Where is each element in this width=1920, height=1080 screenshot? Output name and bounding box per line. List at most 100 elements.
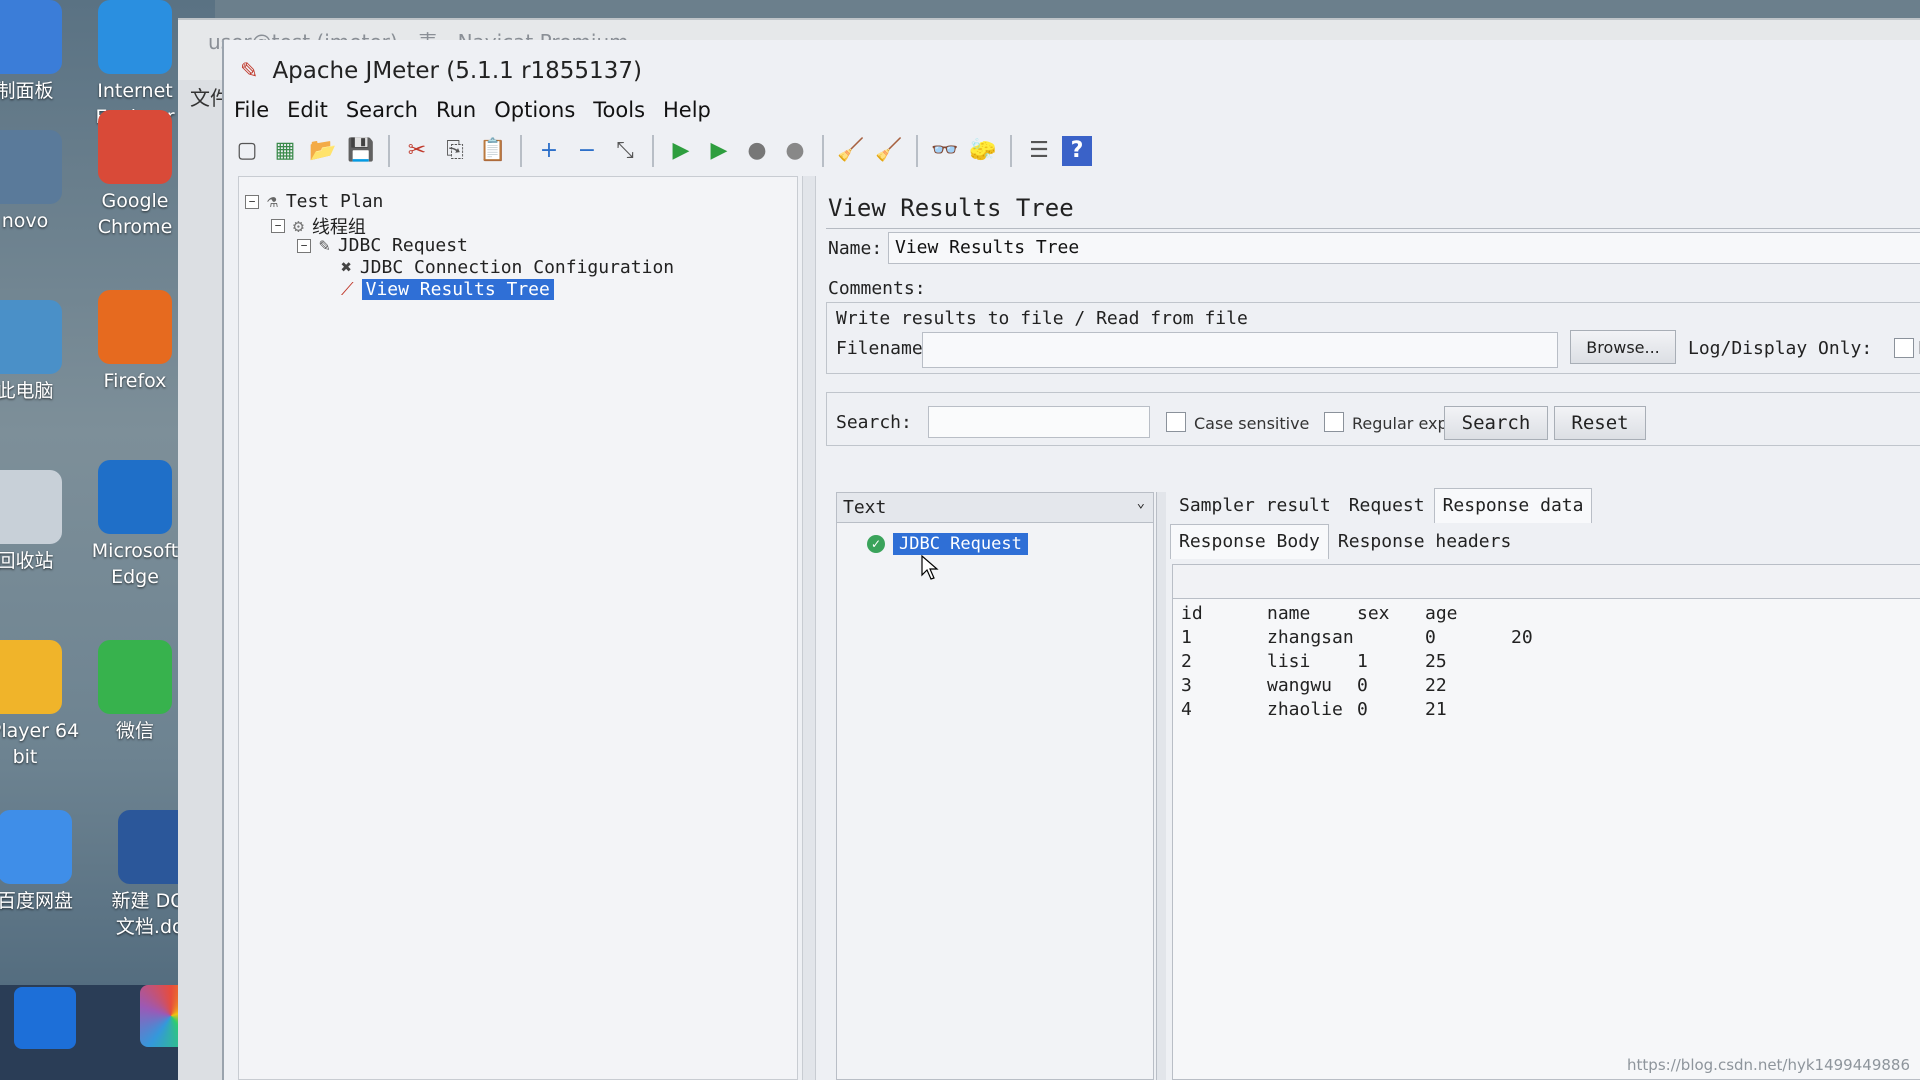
reset-search-icon[interactable]: 🧽 [968, 136, 998, 166]
errors-checkbox[interactable] [1894, 338, 1914, 358]
desktop-shortcut[interactable]: novo [0, 130, 80, 234]
renderer-select[interactable]: Text ⌄ [837, 493, 1153, 523]
response-cell [1511, 699, 1551, 723]
chrome-icon [98, 110, 172, 184]
toolbar-separator [822, 135, 824, 167]
response-tabs: Response Body Response headers [1170, 524, 1520, 559]
test-plan-tree: − ⚗ Test Plan − ⚙ 线程组 − ✎ JDBC Request ✖… [238, 176, 798, 1080]
tree-node-view-results-tree[interactable]: ⟋ View Results Tree [341, 279, 554, 300]
desktop-shortcut[interactable]: 此电脑 [0, 300, 80, 404]
desktop-shortcut[interactable]: 微信 [80, 640, 190, 744]
main-splitter[interactable] [802, 176, 816, 1080]
response-cell: 1 [1181, 627, 1192, 648]
test-plan-icon: ⚗ [267, 191, 278, 212]
paste-icon[interactable]: 📋 [478, 136, 508, 166]
success-check-icon: ✓ [867, 535, 885, 553]
expand-icon[interactable]: + [534, 136, 564, 166]
tab-request[interactable]: Request [1340, 488, 1434, 523]
response-cell: 20 [1511, 627, 1533, 648]
desktop-shortcut[interactable]: Microsoft Edge [80, 460, 190, 590]
copy-icon[interactable]: ⎘ [440, 136, 470, 166]
result-item-label: JDBC Request [893, 533, 1028, 555]
reset-button[interactable]: Reset [1554, 406, 1646, 440]
desktop-shortcut-label: Microsoft Edge [91, 540, 179, 588]
firefox-icon [98, 290, 172, 364]
search-input[interactable] [928, 406, 1150, 438]
desktop-shortcut[interactable]: 百度网盘 [0, 810, 90, 914]
save-icon[interactable]: 💾 [346, 136, 376, 166]
search-button[interactable]: Search [1444, 406, 1548, 440]
panel-title: View Results Tree [828, 194, 1074, 222]
tree-node-jdbc-config[interactable]: ✖ JDBC Connection Configuration [341, 257, 674, 278]
tab-response-data[interactable]: Response data [1433, 488, 1593, 523]
filename-label: Filename [836, 338, 923, 359]
result-item[interactable]: ✓ JDBC Request [867, 533, 1028, 555]
menu-options[interactable]: Options [492, 96, 577, 124]
search-binoculars-icon[interactable]: 👓 [930, 136, 960, 166]
results-list: Text ⌄ ✓ JDBC Request [836, 492, 1154, 1080]
regular-exp-checkbox[interactable] [1324, 412, 1344, 432]
start-no-pause-icon[interactable]: ▶ [704, 136, 734, 166]
collapse-toggle-icon[interactable]: − [297, 238, 311, 253]
tab-response-body[interactable]: Response Body [1170, 524, 1329, 559]
tab-response-headers[interactable]: Response headers [1329, 524, 1520, 559]
filename-field[interactable] [922, 332, 1558, 368]
user-icon [0, 130, 62, 204]
menu-search[interactable]: Search [344, 96, 420, 124]
help-icon[interactable]: ? [1062, 136, 1092, 166]
menu-edit[interactable]: Edit [285, 96, 330, 124]
watermark: https://blog.csdn.net/hyk1499449886 [1627, 1056, 1910, 1074]
tree-node-label: View Results Tree [361, 279, 554, 300]
menu-run[interactable]: Run [434, 96, 478, 124]
collapse-toggle-icon[interactable]: − [245, 194, 259, 209]
toolbar: ▢ ▦ 📂 💾 ✂ ⎘ 📋 + − ⤡ ▶ ▶ ● ● 🧹 🧹 👓 🧽 ☰? [232, 128, 1092, 174]
start-icon[interactable]: ▶ [666, 136, 696, 166]
desktop-shortcut[interactable]: Firefox [80, 290, 190, 394]
response-body-area[interactable]: id name sex age 1 zhangsan 0 20 2 lisi 1 25 3 wangwu 0… [1172, 564, 1920, 1080]
case-sensitive-checkbox[interactable] [1166, 412, 1186, 432]
desktop-shortcut[interactable]: otPlayer 64 bit [0, 640, 80, 770]
desktop-shortcut-label: 此电脑 [0, 380, 54, 402]
results-splitter[interactable] [1156, 492, 1166, 1080]
tab-sampler-result[interactable]: Sampler result [1170, 488, 1340, 523]
result-tabs: Sampler result Request Response data [1170, 488, 1593, 523]
potplayer-icon [0, 640, 62, 714]
edge-icon [98, 460, 172, 534]
tree-node-test-plan[interactable]: − ⚗ Test Plan [245, 191, 383, 212]
wechat-icon [98, 640, 172, 714]
menu-tools[interactable]: Tools [591, 96, 647, 124]
new-icon[interactable]: ▢ [232, 136, 262, 166]
tree-node-jdbc-request[interactable]: − ✎ JDBC Request [297, 235, 468, 256]
response-cell: id [1181, 603, 1203, 624]
response-cell: lisi [1267, 651, 1311, 672]
pipette-icon: ✎ [319, 235, 330, 256]
toggle-icon[interactable]: ⤡ [610, 136, 640, 166]
menu-help[interactable]: Help [661, 96, 713, 124]
desktop-shortcut[interactable]: Google Chrome [80, 110, 190, 240]
collapse-toggle-icon[interactable]: − [271, 219, 285, 233]
collapse-icon[interactable]: − [572, 136, 602, 166]
mouse-cursor-icon [921, 555, 939, 580]
desktop-shortcut[interactable]: 制面板 [0, 0, 80, 104]
browse-button[interactable]: Browse... [1570, 330, 1676, 364]
response-cell: 21 [1425, 699, 1447, 720]
app-shortcut-icon[interactable] [14, 987, 76, 1049]
templates-icon[interactable]: ▦ [270, 136, 300, 166]
response-cell: 4 [1181, 699, 1192, 720]
clear-all-icon[interactable]: 🧹 [874, 136, 904, 166]
response-cell: 3 [1181, 675, 1192, 696]
toolbar-separator [652, 135, 654, 167]
stop-icon[interactable]: ● [742, 136, 772, 166]
name-field[interactable]: View Results Tree [888, 232, 1920, 264]
name-label: Name: [828, 238, 883, 259]
chevron-down-icon: ⌄ [1136, 495, 1145, 511]
desktop-shortcut-label: 制面板 [0, 80, 54, 102]
open-icon[interactable]: 📂 [308, 136, 338, 166]
menu-file[interactable]: File [232, 96, 271, 124]
clear-icon[interactable]: 🧹 [836, 136, 866, 166]
function-helper-icon[interactable]: ☰ [1024, 136, 1054, 166]
cut-icon[interactable]: ✂ [402, 136, 432, 166]
desktop-shortcut[interactable]: 回收站 [0, 470, 80, 574]
shutdown-icon[interactable]: ● [780, 136, 810, 166]
desktop-shortcut-label: Google Chrome [97, 190, 173, 238]
